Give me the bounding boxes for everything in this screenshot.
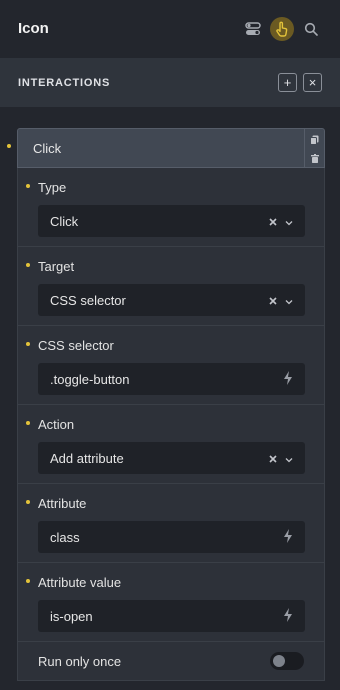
field-type: Type Click — [18, 168, 324, 247]
field-label: CSS selector — [38, 338, 114, 353]
trash-icon[interactable] — [310, 150, 319, 168]
changed-indicator — [26, 263, 30, 267]
panel-title: Icon — [18, 20, 49, 37]
interaction-item-header[interactable]: Click — [17, 128, 325, 168]
chevron-down-icon[interactable] — [285, 451, 293, 466]
field-attribute: Attribute class — [18, 484, 324, 563]
target-select[interactable]: CSS selector — [38, 284, 305, 316]
action-select[interactable]: Add attribute — [38, 442, 305, 474]
toggle-icon[interactable] — [242, 18, 264, 40]
interaction-item-body: Type Click Target CSS selector CSS selec… — [17, 168, 325, 681]
field-label: Attribute — [38, 496, 87, 511]
field-css-selector: CSS selector .toggle-button — [18, 326, 324, 405]
field-value: Click — [50, 213, 79, 229]
field-attribute-value: Attribute value is-open — [18, 563, 324, 642]
toggle-knob — [273, 655, 285, 667]
run-once-toggle[interactable] — [270, 652, 304, 670]
clear-icon[interactable] — [269, 214, 277, 229]
field-target: Target CSS selector — [18, 247, 324, 326]
changed-indicator — [26, 500, 30, 504]
interactions-icon[interactable] — [270, 16, 294, 41]
search-icon[interactable] — [300, 18, 322, 40]
field-value: .toggle-button — [50, 371, 130, 387]
attribute-input[interactable]: class — [38, 521, 305, 553]
field-value: CSS selector — [50, 292, 126, 308]
clear-icon[interactable] — [269, 451, 277, 466]
interactions-bar: INTERACTIONS + × — [0, 58, 340, 108]
add-interaction-button[interactable]: + — [278, 73, 297, 92]
clear-icon[interactable] — [269, 293, 277, 308]
attribute-value-input[interactable]: is-open — [38, 600, 305, 632]
section-actions: + × — [278, 73, 322, 92]
changed-indicator — [26, 421, 30, 425]
field-value: Add attribute — [50, 450, 124, 466]
field-label: Target — [38, 259, 75, 274]
dynamic-data-icon[interactable] — [283, 370, 293, 388]
dynamic-data-icon[interactable] — [283, 528, 293, 546]
changed-indicator — [26, 184, 30, 188]
item-actions — [304, 129, 324, 167]
field-value: is-open — [50, 608, 93, 624]
run-once-row: Run only once — [18, 642, 324, 680]
changed-indicator — [7, 144, 11, 148]
field-value: class — [50, 529, 80, 545]
chevron-down-icon[interactable] — [285, 293, 293, 308]
changed-indicator — [26, 579, 30, 583]
panel-header: Icon — [0, 0, 340, 57]
field-action: Action Add attribute — [18, 405, 324, 484]
dynamic-data-icon[interactable] — [283, 607, 293, 625]
field-label: Action — [38, 417, 75, 432]
interaction-item-label: Click — [33, 140, 62, 156]
section-title: INTERACTIONS — [18, 76, 111, 89]
field-label: Attribute value — [38, 575, 122, 590]
changed-indicator — [26, 342, 30, 346]
copy-icon[interactable] — [310, 132, 319, 150]
chevron-down-icon[interactable] — [285, 214, 293, 229]
field-label: Type — [38, 180, 67, 195]
type-select[interactable]: Click — [38, 205, 305, 237]
header-icons — [242, 16, 322, 41]
run-once-label: Run only once — [38, 653, 122, 669]
css-selector-input[interactable]: .toggle-button — [38, 363, 305, 395]
clear-interactions-button[interactable]: × — [303, 73, 322, 92]
